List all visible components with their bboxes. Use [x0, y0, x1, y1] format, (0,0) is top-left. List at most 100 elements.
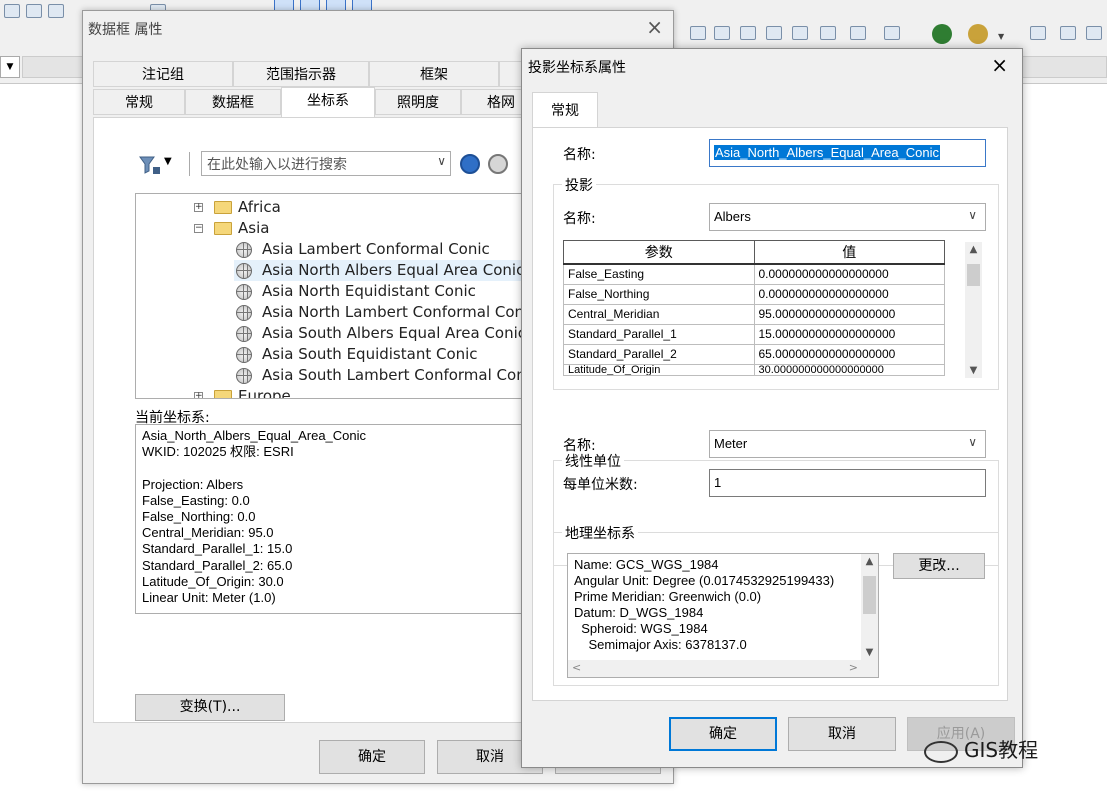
tree-item[interactable]: Asia North Equidistant Conic [234, 281, 530, 302]
value-column-header[interactable]: 值 [753, 240, 945, 265]
scroll-down-icon[interactable]: ▼ [965, 365, 982, 376]
dropdown-arrow-icon[interactable]: ▼ [998, 30, 1008, 44]
ok-button[interactable]: 确定 [669, 717, 777, 751]
projection-globe-icon [236, 368, 252, 384]
gcs-group-title: 地理坐标系 [562, 523, 638, 543]
dialog-title: 投影坐标系属性 [528, 60, 626, 76]
expand-icon[interactable]: + [194, 203, 203, 212]
scroll-left-icon[interactable]: < [572, 661, 581, 674]
projection-globe-icon [236, 263, 252, 279]
toolbar-icon[interactable] [884, 26, 900, 40]
gcs-vertical-scrollbar[interactable]: ▲ ▼ [861, 554, 878, 660]
chevron-down-icon[interactable]: ∨ [968, 208, 977, 222]
projection-group-title: 投影 [562, 175, 596, 195]
projection-name-select[interactable]: Albers ∨ [709, 203, 986, 231]
tab-extent-indicators[interactable]: 范围指示器 [233, 61, 369, 87]
chevron-down-icon[interactable]: ∨ [437, 154, 446, 168]
change-button[interactable]: 更改... [893, 553, 985, 579]
separator [189, 152, 190, 176]
cancel-button[interactable]: 取消 [788, 717, 896, 751]
gcs-horizontal-scrollbar[interactable]: < > [568, 660, 878, 677]
search-input[interactable]: 在此处输入以进行搜索 ∨ [201, 151, 451, 176]
scroll-up-icon[interactable]: ▲ [861, 556, 878, 567]
toolbar-icon[interactable] [850, 26, 866, 40]
parameters-scrollbar[interactable]: ▲ ▼ [965, 242, 982, 378]
toolbar-icon[interactable] [1060, 26, 1076, 40]
tab-frame[interactable]: 框架 [369, 61, 499, 87]
toolbar-icon[interactable] [820, 26, 836, 40]
tree-item[interactable]: Asia South Albers Equal Area Conic [234, 323, 530, 344]
chevron-down-icon[interactable]: ▼ [164, 156, 172, 167]
table-row[interactable]: Central_Meridian 95.000000000000000000 [563, 303, 945, 325]
tab-illumination[interactable]: 照明度 [375, 89, 461, 115]
linear-unit-name-label: 名称: [563, 438, 596, 454]
general-panel: 名称: Asia_North_Albers_Equal_Area_Conic 投… [532, 127, 1008, 701]
ok-button[interactable]: 确定 [319, 740, 425, 774]
close-icon[interactable]: × [991, 53, 1008, 77]
wechat-icon [924, 740, 958, 763]
chevron-down-icon[interactable]: ▼ [0, 56, 20, 78]
tab-general[interactable]: 常规 [93, 89, 185, 115]
close-icon[interactable]: × [646, 15, 663, 39]
scroll-down-icon[interactable]: ▼ [861, 647, 878, 658]
toolbar-icon[interactable] [4, 4, 20, 18]
tree-item[interactable]: Asia North Lambert Conformal Conic [234, 302, 534, 323]
current-coordinate-system-details[interactable]: Asia_North_Albers_Equal_Area_Conic WKID:… [135, 424, 535, 614]
filter-icon[interactable] [139, 155, 161, 175]
folder-icon [214, 201, 232, 214]
tree-item[interactable]: Asia South Lambert Conformal Conic [234, 365, 534, 386]
tab-general[interactable]: 常规 [532, 92, 598, 128]
chevron-down-icon[interactable]: ∨ [968, 435, 977, 449]
name-field[interactable]: Asia_North_Albers_Equal_Area_Conic [709, 139, 986, 167]
projected-coordinate-system-properties-dialog: 投影坐标系属性 × 常规 名称: Asia_North_Albers_Equal… [521, 48, 1023, 768]
toolbar-combo[interactable] [1020, 56, 1107, 78]
table-row[interactable]: Standard_Parallel_2 65.000000000000000000 [563, 343, 945, 365]
search-icon[interactable] [460, 154, 480, 174]
toolbar-icon[interactable] [740, 26, 756, 40]
tree-node-asia[interactable]: − Asia [136, 218, 534, 239]
tab-annotation-groups[interactable]: 注记组 [93, 61, 233, 87]
toolbar-icon[interactable] [714, 26, 730, 40]
clear-search-icon[interactable] [488, 154, 508, 174]
scroll-thumb[interactable] [967, 264, 980, 286]
tree-node-africa[interactable]: + Africa [136, 197, 534, 218]
collapse-icon[interactable]: − [194, 224, 203, 233]
toolbar-icon[interactable] [48, 4, 64, 18]
linear-unit-select[interactable]: Meter ∨ [709, 430, 986, 458]
projection-globe-icon [236, 305, 252, 321]
tree-item[interactable]: Asia Lambert Conformal Conic [234, 239, 530, 260]
meters-per-unit-field[interactable]: 1 [709, 469, 986, 497]
tab-data-frame[interactable]: 数据框 [185, 89, 281, 115]
tree-item-selected[interactable]: Asia North Albers Equal Area Conic [234, 260, 524, 281]
marker-icon[interactable] [968, 24, 988, 44]
table-header: 参数 值 [563, 240, 945, 265]
toolbar-icon[interactable] [690, 26, 706, 40]
toolbar-icon[interactable] [792, 26, 808, 40]
table-row[interactable]: Standard_Parallel_1 15.000000000000000000 [563, 323, 945, 345]
scroll-up-icon[interactable]: ▲ [965, 244, 982, 255]
globe-icon[interactable] [932, 24, 952, 44]
tab-coordinate-system[interactable]: 坐标系 [281, 87, 375, 117]
table-row[interactable]: False_Easting 0.000000000000000000 [563, 263, 945, 285]
toolbar-icon[interactable] [26, 4, 42, 18]
toolbar-icon[interactable] [766, 26, 782, 40]
transform-button[interactable]: 变换(T)... [135, 694, 285, 721]
toolbar-icon[interactable] [1030, 26, 1046, 40]
scroll-right-icon[interactable]: > [849, 661, 858, 674]
meters-per-unit-label: 每单位米数: [563, 477, 638, 493]
tree-node-europe[interactable]: + Europe [136, 386, 534, 398]
toolbar-icon[interactable] [1086, 26, 1102, 40]
table-row[interactable]: False_Northing 0.000000000000000000 [563, 283, 945, 305]
projection-globe-icon [236, 284, 252, 300]
expand-icon[interactable]: + [194, 392, 203, 398]
param-column-header[interactable]: 参数 [563, 240, 755, 265]
table-row[interactable]: Latitude_Of_Origin 30.000000000000000000 [563, 363, 945, 376]
scroll-thumb[interactable] [863, 576, 876, 614]
coordinate-system-tree[interactable]: + Africa − Asia Asia Lambert Conformal C… [135, 193, 535, 399]
projection-globe-icon [236, 347, 252, 363]
toolbar-combo[interactable] [22, 56, 84, 78]
folder-icon [214, 390, 232, 398]
parameters-table[interactable]: 参数 值 False_Easting 0.000000000000000000 F… [563, 240, 945, 376]
projection-globe-icon [236, 242, 252, 258]
tree-item[interactable]: Asia South Equidistant Conic [234, 344, 530, 365]
